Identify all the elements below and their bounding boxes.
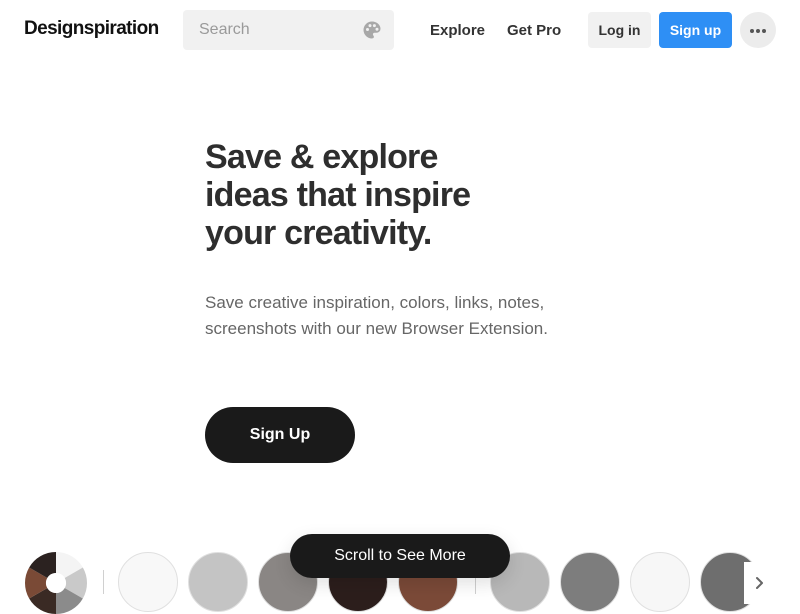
- headline-line: ideas that inspire: [205, 176, 471, 214]
- subtext-line: Save creative inspiration, colors, links…: [205, 293, 545, 312]
- headline-line: Save & explore: [205, 138, 438, 176]
- chevron-right-icon: [756, 577, 763, 589]
- color-wheel-center: [46, 573, 66, 593]
- more-icon-dot: [762, 29, 766, 33]
- more-button[interactable]: [740, 12, 776, 48]
- search-bar: [183, 10, 394, 50]
- hero-headline: Save & explore ideas that inspire your c…: [205, 138, 625, 252]
- signup-button[interactable]: Sign up: [659, 12, 732, 48]
- search-input[interactable]: [183, 10, 359, 50]
- scroll-to-see-more-button[interactable]: Scroll to See More: [290, 534, 510, 578]
- color-swatch[interactable]: [118, 552, 178, 612]
- logo[interactable]: Designspiration: [24, 18, 159, 40]
- color-swatch[interactable]: [630, 552, 690, 612]
- subtext-line: screenshots with our new Browser Extensi…: [205, 319, 548, 338]
- more-icon-dot: [756, 29, 760, 33]
- nav-explore[interactable]: Explore: [430, 22, 485, 39]
- more-icon: [750, 29, 754, 33]
- headline-line: your creativity.: [205, 214, 432, 252]
- palette-icon: [363, 21, 381, 39]
- color-swatch[interactable]: [560, 552, 620, 612]
- login-button[interactable]: Log in: [588, 12, 651, 48]
- hero-signup-button[interactable]: Sign Up: [205, 407, 355, 463]
- nav-get-pro[interactable]: Get Pro: [507, 22, 561, 39]
- next-swatches-button[interactable]: [744, 562, 776, 604]
- color-swatch[interactable]: [188, 552, 248, 612]
- swatch-divider: [103, 570, 104, 594]
- hero-subtext: Save creative inspiration, colors, links…: [205, 290, 635, 342]
- color-search-button[interactable]: [362, 20, 382, 40]
- color-wheel[interactable]: [25, 552, 87, 614]
